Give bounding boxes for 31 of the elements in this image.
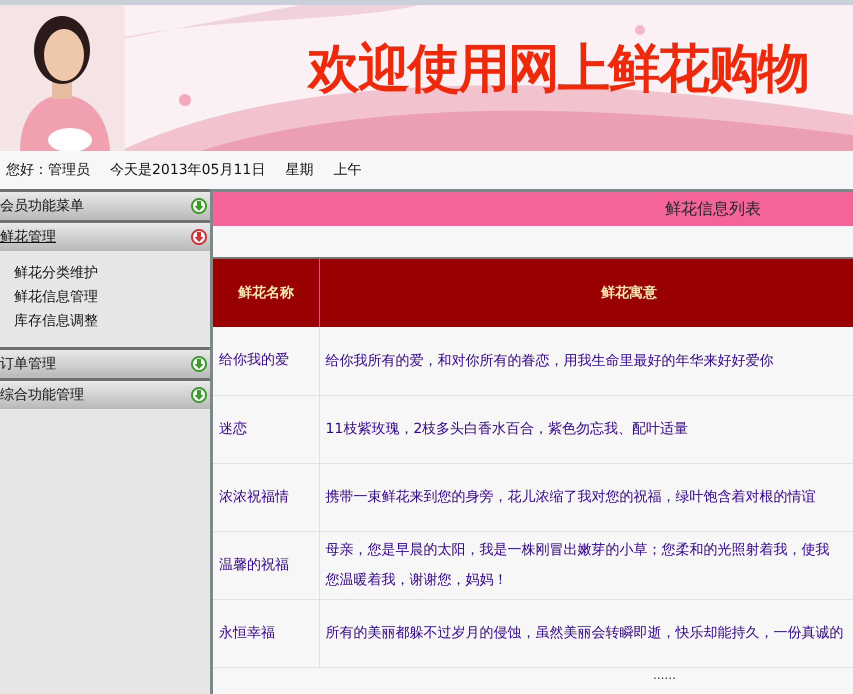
- meaning-text: 给你我所有的爱，和对你所有的眷恋，用我生命里最好的年华来好好爱你: [326, 352, 774, 369]
- footer-text: ......: [653, 668, 676, 682]
- menu-item[interactable]: 鲜花信息管理: [14, 285, 98, 309]
- greeting-text: 您好：管理员: [6, 160, 90, 180]
- flower-name-cell: 浓浓祝福情: [213, 463, 319, 531]
- arrow-down-icon: [191, 387, 207, 403]
- date-text: 今天是2013年05月11日: [110, 160, 266, 180]
- menu-header[interactable]: 会员功能菜单: [0, 189, 210, 220]
- meaning-text: 携带一束鲜花来到您的身旁，花儿浓缩了我对您的祝福，绿叶饱含着对根的情谊: [326, 489, 816, 505]
- arrow-down-icon: [191, 356, 207, 372]
- flower-name-cell: 温馨的祝福: [213, 531, 319, 599]
- meaning-text: 母亲，您是早晨的太阳，我是一株刚冒出嫩芽的小草；您柔和的光照射着我，使我: [326, 542, 830, 558]
- meaning-text: 11枝紫玫瑰，2枝多头白香水百合，紫色勿忘我、配叶适量: [326, 421, 688, 437]
- menu-item[interactable]: 鲜花分类维护: [14, 261, 98, 285]
- menu-header[interactable]: 订单管理: [0, 347, 210, 378]
- page-title: 欢迎使用网上鲜花购物: [308, 40, 808, 100]
- list-title-link[interactable]: 鲜花信息列表: [665, 197, 761, 221]
- flower-name-cell: 永恒幸福: [213, 599, 319, 667]
- column-header: 鲜花名称: [213, 259, 319, 327]
- menu-header[interactable]: 综合功能管理: [0, 378, 210, 409]
- arrow-down-icon: [191, 229, 207, 245]
- arrow-down-icon: [191, 198, 207, 214]
- column-header: 鲜花寓意: [319, 259, 853, 327]
- flower-name-cell: 给你我的爱: [213, 327, 319, 395]
- period-text: 上午: [333, 160, 362, 180]
- menu-item[interactable]: 库存信息调整: [14, 309, 98, 333]
- meaning-text: 所有的美丽都躲不过岁月的侵蚀，虽然美丽会转瞬即逝，快乐却能持久，一份真诚的: [326, 625, 844, 641]
- flower-name-cell: 迷恋: [213, 395, 319, 463]
- weekday-text: 星期: [285, 160, 314, 180]
- menu-header[interactable]: 鲜花管理: [0, 220, 210, 251]
- meaning-text: 您温暖着我，谢谢您，妈妈！: [326, 572, 508, 588]
